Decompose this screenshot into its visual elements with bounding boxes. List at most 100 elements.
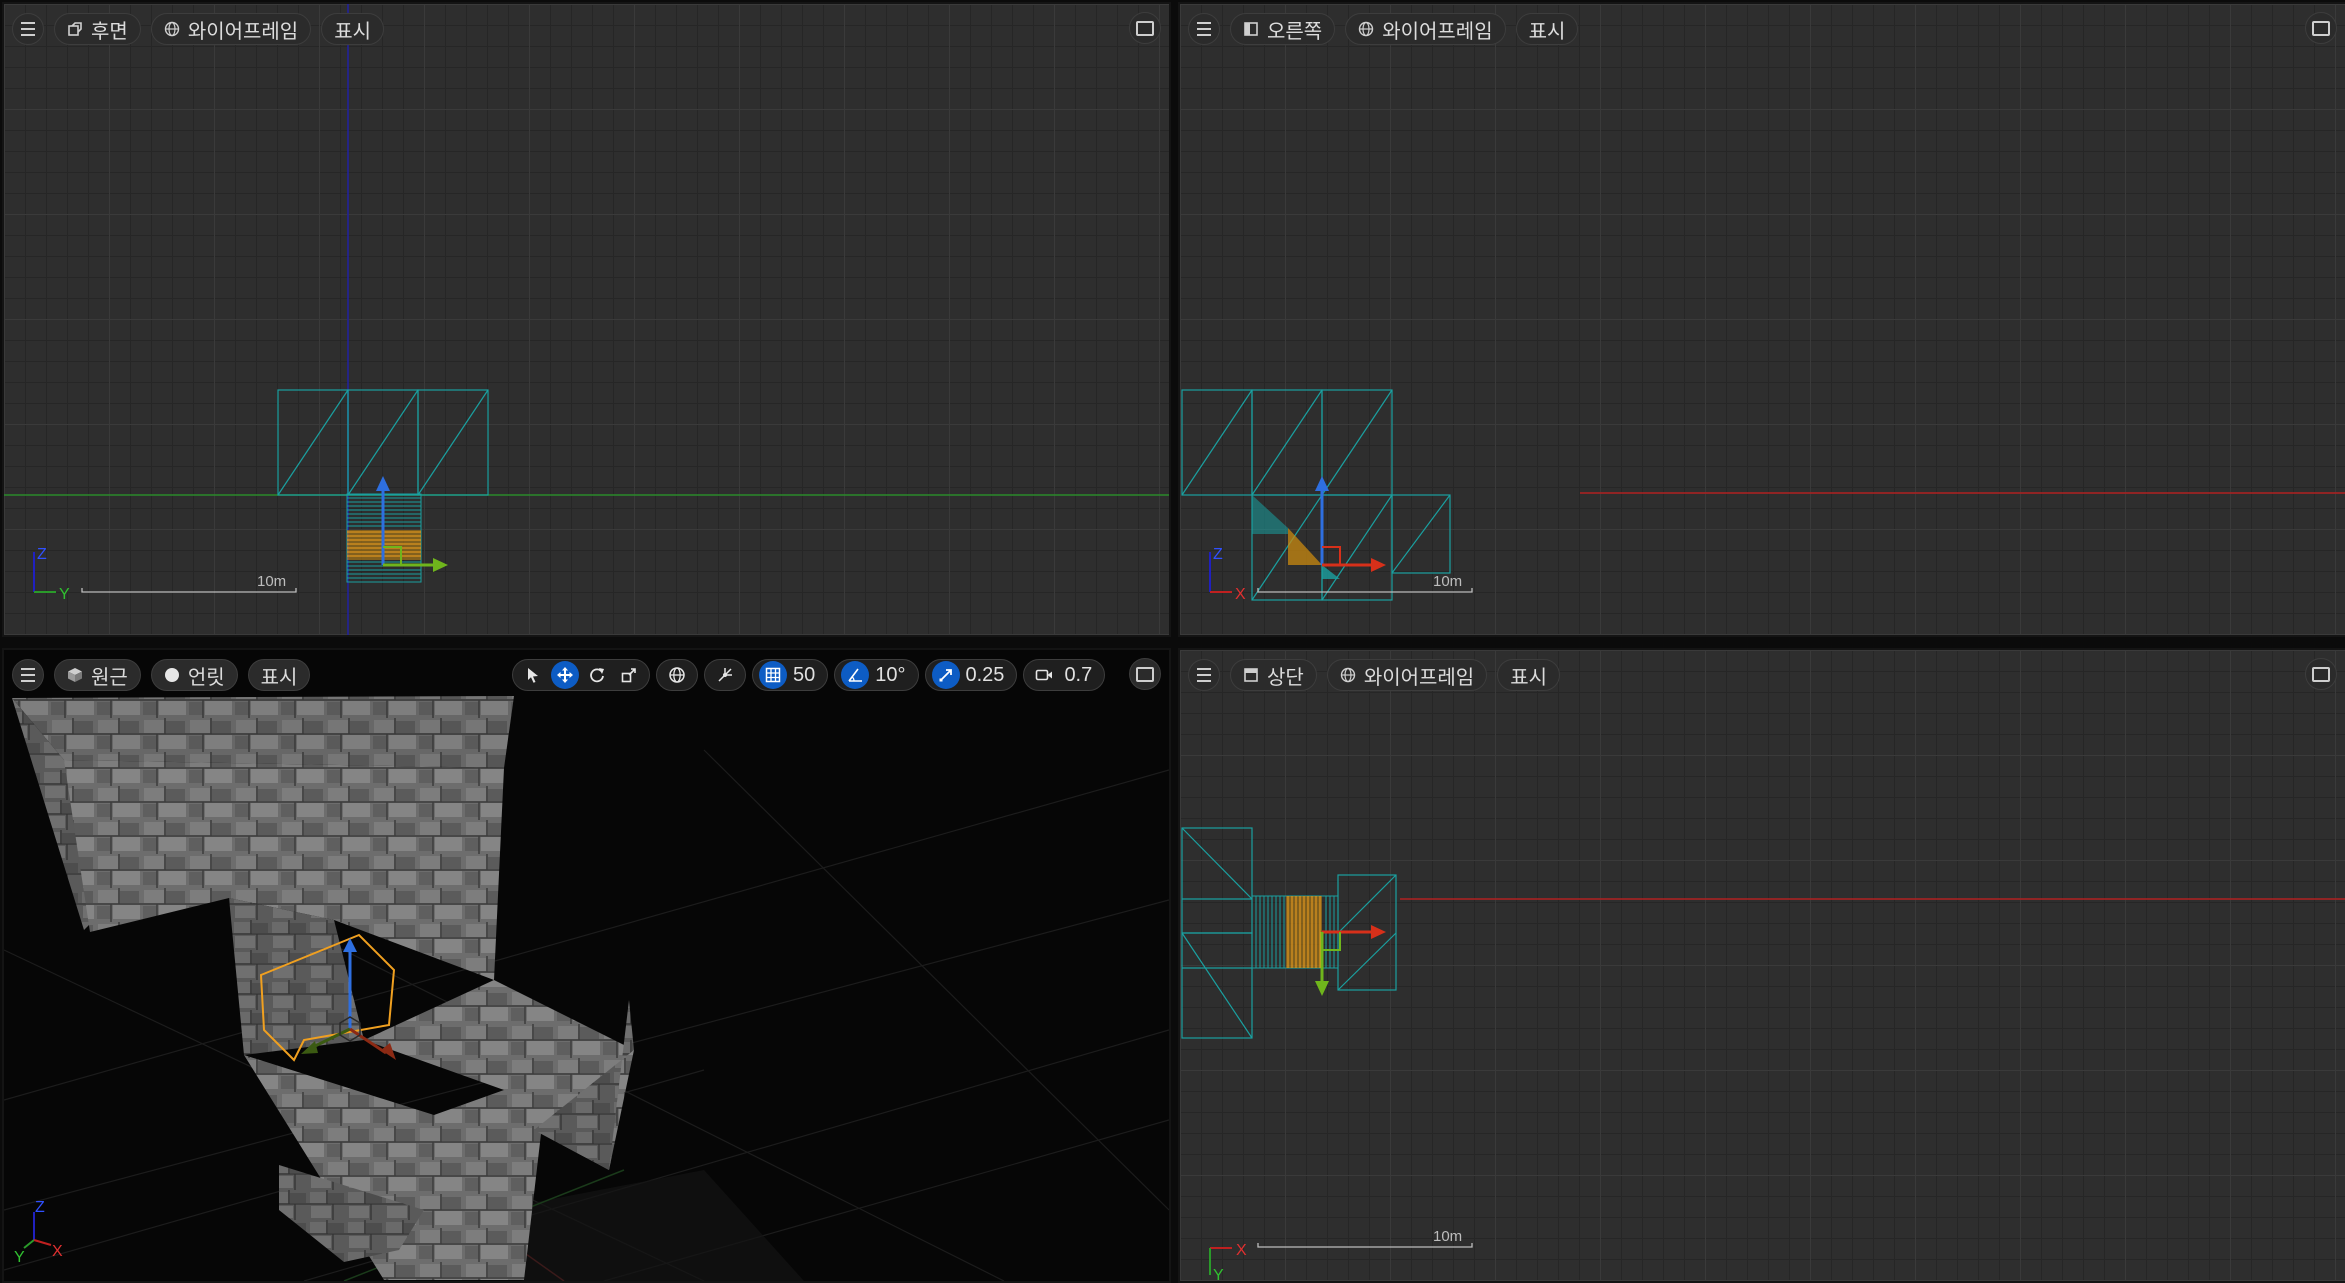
grid-snap-value[interactable]: 50 [791, 664, 821, 687]
rotation-snap-toggle[interactable] [841, 661, 870, 689]
translate-icon [557, 667, 573, 683]
coordinate-space-group [656, 659, 698, 691]
show-menu-button[interactable]: 표시 [247, 659, 311, 691]
axis-label-z: Z [35, 1199, 45, 1216]
perspective-scene: Z Y X [4, 696, 1169, 1281]
shading-mode-label: 언릿 [187, 666, 225, 689]
view-mode-button[interactable]: 후면 [54, 13, 141, 45]
show-menu-button[interactable]: 표시 [321, 13, 385, 45]
stone-walls [12, 696, 634, 1280]
scale-label: 10m [1433, 573, 1462, 590]
wireframe-globe-icon [1340, 667, 1356, 683]
axis-label-x: X [1235, 586, 1246, 603]
shading-mode-button[interactable]: 와이어프레임 [1345, 13, 1506, 45]
wireframe-boxes [1181, 389, 1451, 601]
world-space-icon [669, 667, 685, 683]
axis-label-y: Y [14, 1249, 25, 1266]
right-view-icon [1244, 22, 1258, 36]
axis-label-x: X [52, 1243, 63, 1260]
shading-mode-label: 와이어프레임 [1363, 666, 1475, 689]
scale-label: 10m [1433, 1228, 1462, 1245]
hamburger-icon [1197, 22, 1211, 36]
show-menu-label: 표시 [1510, 666, 1548, 689]
back-view-icon [68, 22, 82, 36]
view-mode-button[interactable]: 오른쪽 [1230, 13, 1336, 45]
right-view-scene: Z X 10m [1181, 389, 2345, 603]
scale-icon [621, 668, 636, 683]
scale-snap-icon [939, 669, 952, 682]
transform-mode-group [512, 659, 650, 691]
world-space-button[interactable] [663, 661, 691, 689]
back-view-scene: Z Y 10m [4, 4, 1169, 635]
wireframe-globe-icon [1359, 21, 1374, 37]
view-mode-label: 오른쪽 [1267, 20, 1323, 43]
viewport-menu-button[interactable] [12, 13, 44, 45]
view-mode-button[interactable]: 원근 [54, 659, 141, 691]
camera-speed-button[interactable] [1030, 661, 1058, 689]
top-view-icon [1244, 668, 1258, 682]
viewport-right[interactable]: 오른쪽 와이어프레임 표시 Z X 10m [1178, 2, 2345, 637]
show-menu-label: 표시 [334, 20, 372, 43]
unlit-sphere-icon [164, 668, 179, 682]
scale-label: 10m [257, 573, 286, 590]
surface-snap-button[interactable] [711, 661, 739, 689]
rotate-tool-button[interactable] [583, 661, 611, 689]
maximize-button[interactable] [1129, 658, 1161, 690]
select-arrow-icon [528, 668, 538, 683]
maximize-button[interactable] [1129, 12, 1161, 44]
viewport-back[interactable]: 후면 와이어프레임 표시 Z Y 10m [2, 2, 1171, 637]
scale-tool-button[interactable] [615, 661, 643, 689]
view-mode-label: 원근 [91, 666, 128, 689]
scale-snap-group: 0.25 [924, 659, 1018, 691]
rotation-snap-value[interactable]: 10° [873, 664, 911, 687]
grid-snap-group: 50 [752, 659, 829, 691]
maximize-icon [1136, 666, 1154, 682]
top-view-scene: X Y 10m [1181, 827, 2345, 1281]
maximize-button[interactable] [2305, 658, 2337, 690]
viewport-menu-button[interactable] [1188, 13, 1220, 45]
maximize-icon [2312, 666, 2330, 682]
select-tool-button[interactable] [519, 661, 547, 689]
surface-snap-icon [718, 668, 732, 682]
surface-snap-group [704, 659, 746, 691]
rotation-snap-group: 10° [834, 659, 919, 691]
transform-toolbar: 50 10° 0.25 0.7 [512, 658, 1106, 692]
shading-mode-label: 와이어프레임 [187, 20, 299, 43]
axis-label-y: Y [59, 586, 70, 603]
viewport-top[interactable]: 상단 와이어프레임 표시 X Y 10m [1178, 648, 2345, 1283]
viewport-perspective[interactable]: Z Y X 원근 언릿 표시 50 10° 0.25 0.7 [2, 648, 1171, 1283]
maximize-button[interactable] [2305, 12, 2337, 44]
perspective-cube-icon [68, 668, 82, 682]
axis-label-z: Z [1213, 546, 1223, 563]
show-menu-button[interactable]: 표시 [1497, 659, 1561, 691]
rotate-icon [590, 668, 604, 683]
hamburger-icon [21, 22, 35, 36]
show-menu-label: 표시 [1528, 20, 1566, 43]
show-menu-label: 표시 [260, 666, 298, 689]
viewport-menu-button[interactable] [1188, 659, 1220, 691]
axis-label-y: Y [1213, 1267, 1224, 1281]
maximize-icon [2312, 20, 2330, 36]
camera-speed-value[interactable]: 0.7 [1062, 664, 1098, 687]
view-mode-button[interactable]: 상단 [1230, 659, 1317, 691]
translate-tool-button[interactable] [551, 661, 579, 689]
shading-mode-button[interactable]: 와이어프레임 [1326, 659, 1488, 691]
grid-snap-icon [765, 667, 781, 683]
scale-snap-toggle[interactable] [931, 661, 960, 689]
wireframe-globe-icon [164, 21, 180, 37]
shading-mode-button[interactable]: 와이어프레임 [150, 13, 312, 45]
hamburger-icon [1197, 668, 1211, 682]
hamburger-icon [21, 668, 35, 682]
grid-snap-toggle[interactable] [759, 661, 787, 689]
shading-mode-label: 와이어프레임 [1382, 20, 1493, 43]
angle-snap-icon [848, 668, 863, 682]
scale-snap-value[interactable]: 0.25 [964, 664, 1011, 687]
show-menu-button[interactable]: 표시 [1515, 13, 1579, 45]
axis-label-x: X [1236, 1242, 1247, 1259]
viewport-menu-button[interactable] [12, 659, 44, 691]
maximize-icon [1136, 20, 1154, 36]
camera-speed-group: 0.7 [1023, 659, 1106, 691]
axis-label-z: Z [37, 546, 47, 563]
camera-icon [1036, 669, 1053, 681]
shading-mode-button[interactable]: 언릿 [150, 659, 238, 691]
